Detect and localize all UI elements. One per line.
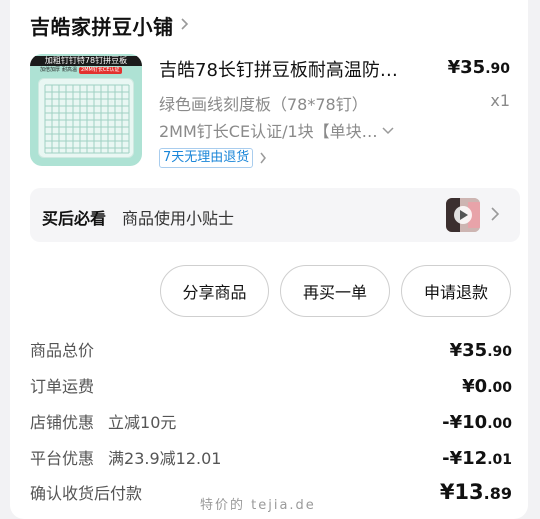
summary-label: 商品总价	[30, 341, 95, 360]
thumbnail-tags: 加倍加厚 耐高温 2MM钉长CE认证	[40, 67, 132, 74]
product-price: ¥35.90	[448, 57, 510, 78]
chevron-right-icon	[259, 149, 267, 168]
product-title[interactable]: 吉皓78长钉拼豆板耐高温防…	[159, 56, 429, 82]
product-thumbnail[interactable]: 加粗钉钉特78钉拼豆板 加倍加厚 耐高温 2MM钉长CE认证	[30, 54, 142, 166]
usage-tips-banner[interactable]: 买后必看 商品使用小贴士	[30, 188, 520, 242]
tips-heading: 买后必看	[42, 209, 107, 228]
price-integer: ¥35	[447, 57, 486, 78]
store-header[interactable]: 吉皓家拼豆小铺	[30, 11, 190, 40]
summary-row-store-discount: 店铺优惠 立减10元 -¥10.00	[30, 409, 512, 433]
order-card: 吉皓家拼豆小铺 加粗钉钉特78钉拼豆板 加倍加厚 耐高温 2MM钉长CE认证 吉…	[10, 0, 528, 519]
tips-text: 商品使用小贴士	[122, 209, 235, 228]
request-refund-button[interactable]: 申请退款	[401, 265, 511, 317]
price-decimal: .90	[485, 61, 510, 77]
summary-label: 平台优惠 满23.9减12.01	[30, 449, 222, 468]
video-thumbnail[interactable]	[446, 198, 480, 232]
share-product-button[interactable]: 分享商品	[160, 265, 269, 317]
thumbnail-tag: 加倍加厚	[40, 67, 61, 73]
summary-sublabel: 满23.9减12.01	[108, 449, 222, 468]
chevron-right-icon	[490, 206, 500, 226]
product-spec-text: 2MM钉长CE认证/1块【单块…	[159, 122, 378, 141]
summary-row-shipping: 订单运费 ¥0.00	[30, 373, 512, 397]
watermark: 特价的 tejia.de	[200, 498, 316, 513]
return-policy[interactable]: 7天无理由退货	[159, 148, 267, 168]
summary-value: ¥0.00	[462, 376, 512, 397]
product-variant: 绿色画线刻度板（78*78钉）	[159, 95, 368, 114]
summary-row-platform-discount: 平台优惠 满23.9减12.01 -¥12.01	[30, 445, 512, 469]
summary-total-value: ¥13.89	[439, 480, 512, 504]
summary-label: 店铺优惠 立减10元	[30, 413, 177, 432]
product-spec[interactable]: 2MM钉长CE认证/1块【单块…	[159, 118, 394, 142]
summary-sublabel: 立减10元	[108, 413, 177, 432]
rebuy-button[interactable]: 再买一单	[280, 265, 390, 317]
summary-label: 订单运费	[30, 377, 95, 396]
chevron-down-icon	[382, 121, 394, 140]
summary-label: 确认收货后付款	[30, 484, 143, 503]
product-quantity: x1	[490, 91, 510, 110]
pegboard-image	[38, 78, 134, 158]
thumbnail-banner: 加粗钉钉特78钉拼豆板	[30, 56, 142, 66]
summary-value: ¥35.90	[449, 340, 512, 361]
return-badge: 7天无理由退货	[159, 148, 254, 168]
summary-row-subtotal: 商品总价 ¥35.90	[30, 337, 512, 361]
store-name: 吉皓家拼豆小铺	[30, 15, 174, 39]
summary-value: -¥12.01	[442, 448, 512, 469]
chevron-right-icon	[180, 16, 190, 35]
thumbnail-tag: 2MM钉长CE认证	[79, 67, 122, 74]
thumbnail-tag: 耐高温	[62, 67, 78, 73]
summary-value: -¥10.00	[442, 412, 512, 433]
